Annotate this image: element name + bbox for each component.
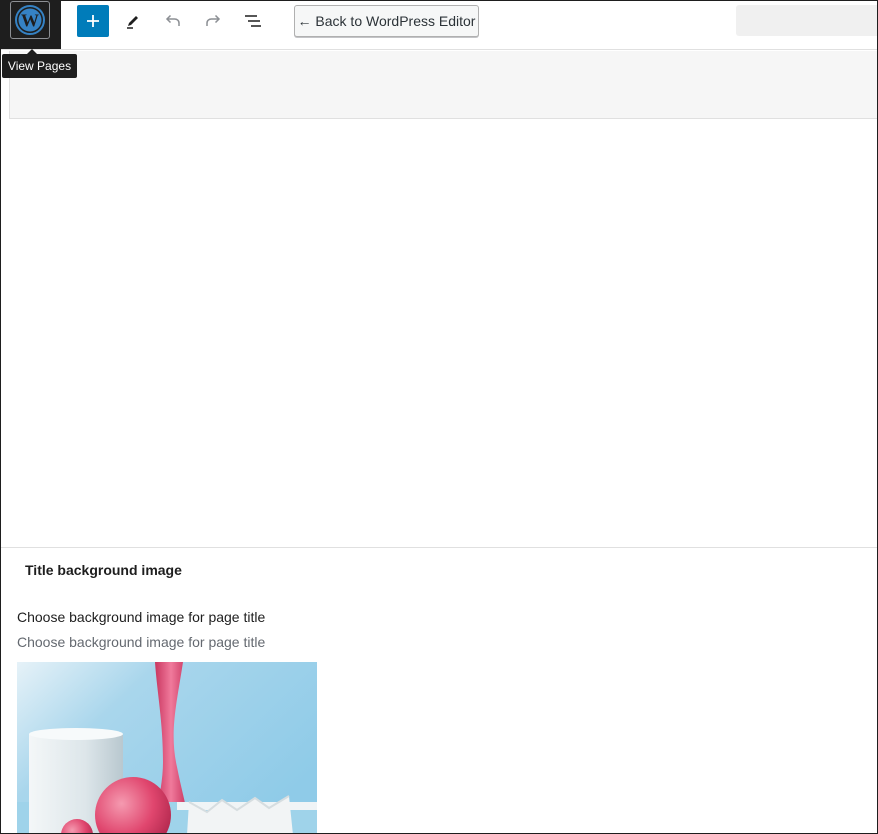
background-image-preview[interactable] bbox=[17, 662, 317, 833]
list-view-button[interactable] bbox=[237, 5, 269, 37]
site-hub[interactable]: W bbox=[1, 1, 61, 49]
pencil-icon bbox=[127, 16, 138, 29]
background-image-field-label: Choose background image for page title bbox=[17, 609, 266, 625]
editor-toolbar: W ← Back to WordPress Editor bbox=[1, 1, 877, 50]
undo-button[interactable] bbox=[157, 5, 189, 37]
back-to-wordpress-editor-button[interactable]: ← Back to WordPress Editor bbox=[294, 5, 479, 37]
tools-button[interactable] bbox=[117, 5, 149, 37]
undo-icon bbox=[165, 14, 180, 26]
plus-icon bbox=[87, 15, 99, 27]
editor-window: W ← Back to WordPress Editor View Pages … bbox=[0, 0, 878, 834]
meta-box-divider bbox=[1, 547, 877, 548]
post-title-area[interactable] bbox=[9, 51, 877, 119]
add-block-button[interactable] bbox=[77, 5, 109, 37]
view-pages-tooltip: View Pages bbox=[2, 54, 77, 78]
command-palette-field[interactable] bbox=[736, 5, 877, 36]
background-image-thumbnail bbox=[17, 662, 317, 833]
wordpress-logo-icon[interactable]: W bbox=[10, 1, 50, 39]
meta-box-heading[interactable]: Title background image bbox=[25, 562, 182, 578]
background-image-field-description: Choose background image for page title bbox=[17, 634, 266, 650]
redo-icon bbox=[206, 14, 221, 26]
list-view-icon bbox=[245, 15, 261, 27]
redo-button[interactable] bbox=[197, 5, 229, 37]
svg-text:W: W bbox=[21, 11, 39, 31]
